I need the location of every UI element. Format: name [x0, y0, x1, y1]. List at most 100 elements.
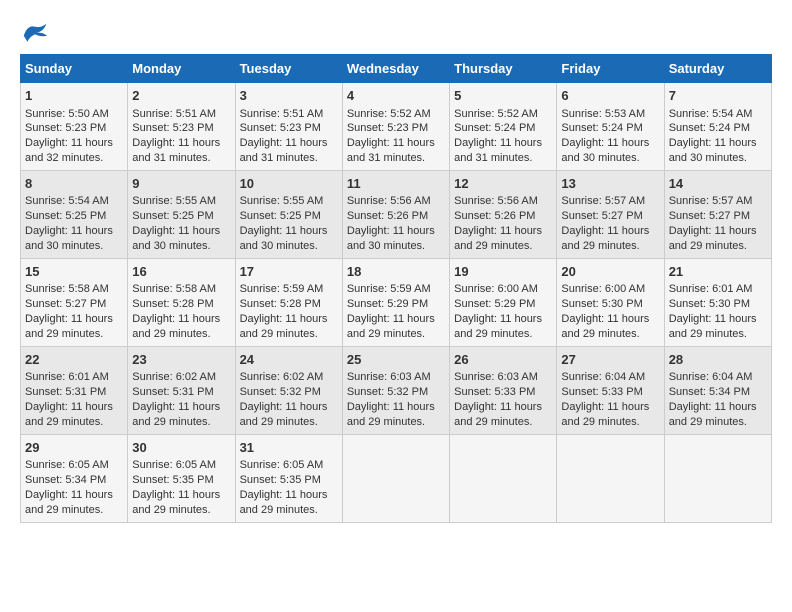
sunset-text: Sunset: 5:23 PM: [25, 122, 106, 134]
sunrise-text: Sunrise: 6:05 AM: [25, 459, 109, 471]
calendar-cell: 12Sunrise: 5:56 AMSunset: 5:26 PMDayligh…: [450, 170, 557, 258]
daylight-text: Daylight: 11 hours and 30 minutes.: [25, 225, 113, 252]
sunrise-text: Sunrise: 5:51 AM: [240, 108, 324, 120]
day-number: 7: [669, 87, 767, 105]
daylight-text: Daylight: 11 hours and 30 minutes.: [347, 225, 435, 252]
day-number: 22: [25, 351, 123, 369]
day-number: 16: [132, 263, 230, 281]
sunrise-text: Sunrise: 5:56 AM: [347, 195, 431, 207]
sunrise-text: Sunrise: 6:01 AM: [669, 283, 753, 295]
sunset-text: Sunset: 5:25 PM: [132, 210, 213, 222]
day-number: 19: [454, 263, 552, 281]
sunset-text: Sunset: 5:31 PM: [25, 386, 106, 398]
sunset-text: Sunset: 5:33 PM: [454, 386, 535, 398]
daylight-text: Daylight: 11 hours and 29 minutes.: [669, 225, 757, 252]
sunset-text: Sunset: 5:34 PM: [25, 474, 106, 486]
sunset-text: Sunset: 5:30 PM: [561, 298, 642, 310]
day-number: 1: [25, 87, 123, 105]
day-number: 15: [25, 263, 123, 281]
daylight-text: Daylight: 11 hours and 30 minutes.: [240, 225, 328, 252]
calendar-cell: 17 Sunrise: 5:59 AM Sunset: 5:28 PM Dayligh…: [235, 258, 342, 346]
calendar-cell: 29Sunrise: 6:05 AMSunset: 5:34 PMDayligh…: [21, 434, 128, 522]
sunrise-text: Sunrise: 6:00 AM: [454, 283, 538, 295]
day-number: 31: [240, 439, 338, 457]
calendar-cell: 24Sunrise: 6:02 AMSunset: 5:32 PMDayligh…: [235, 346, 342, 434]
calendar-cell: 9Sunrise: 5:55 AMSunset: 5:25 PMDaylight…: [128, 170, 235, 258]
sunrise-text: Sunrise: 6:02 AM: [132, 371, 216, 383]
sunset-text: Sunset: 5:28 PM: [132, 298, 213, 310]
calendar-cell: 31Sunrise: 6:05 AMSunset: 5:35 PMDayligh…: [235, 434, 342, 522]
day-number: 18: [347, 263, 445, 281]
daylight-text: Daylight: 11 hours and 29 minutes.: [454, 401, 542, 428]
day-number: 4: [347, 87, 445, 105]
calendar-table: SundayMondayTuesdayWednesdayThursdayFrid…: [20, 54, 772, 523]
day-number: 2: [132, 87, 230, 105]
sunset-text: Sunset: 5:23 PM: [240, 122, 321, 134]
calendar-cell: 18Sunrise: 5:59 AMSunset: 5:29 PMDayligh…: [342, 258, 449, 346]
day-number: 30: [132, 439, 230, 457]
calendar-week-3: 15Sunrise: 5:58 AMSunset: 5:27 PMDayligh…: [21, 258, 772, 346]
col-header-sunday: Sunday: [21, 55, 128, 83]
sunrise-text: Sunrise: 5:59 AM: [347, 283, 431, 295]
daylight-text: Daylight: 11 hours and 30 minutes.: [132, 225, 220, 252]
sunrise-text: Sunrise: 5:58 AM: [132, 283, 216, 295]
daylight-text: Daylight: 11 hours and 29 minutes.: [240, 489, 328, 516]
daylight-text: Daylight: 11 hours and 29 minutes.: [25, 401, 113, 428]
sunrise-text: Sunrise: 5:57 AM: [561, 195, 645, 207]
sunrise-text: Sunrise: 5:56 AM: [454, 195, 538, 207]
calendar-week-5: 29Sunrise: 6:05 AMSunset: 5:34 PMDayligh…: [21, 434, 772, 522]
daylight-text: Daylight: 11 hours and 31 minutes.: [347, 137, 435, 164]
sunset-text: Sunset: 5:27 PM: [669, 210, 750, 222]
daylight-text: Daylight: 11 hours and 29 minutes.: [454, 313, 542, 340]
sunrise-text: Sunrise: 5:51 AM: [132, 108, 216, 120]
sunrise-text: Sunrise: 5:58 AM: [25, 283, 109, 295]
day-number: 10: [240, 175, 338, 193]
day-number: 26: [454, 351, 552, 369]
calendar-cell: 22Sunrise: 6:01 AMSunset: 5:31 PMDayligh…: [21, 346, 128, 434]
sunrise-text: Sunrise: 6:04 AM: [669, 371, 753, 383]
sunset-text: Sunset: 5:24 PM: [669, 122, 750, 134]
sunrise-text: Sunrise: 5:52 AM: [347, 108, 431, 120]
sunset-text: Sunset: 5:32 PM: [240, 386, 321, 398]
sunset-text: Sunset: 5:34 PM: [669, 386, 750, 398]
col-header-friday: Friday: [557, 55, 664, 83]
calendar-cell: 3Sunrise: 5:51 AMSunset: 5:23 PMDaylight…: [235, 83, 342, 171]
daylight-text: Daylight: 11 hours and 29 minutes.: [132, 489, 220, 516]
daylight-text: Daylight: 11 hours and 29 minutes.: [347, 401, 435, 428]
sunrise-text: Sunrise: 6:03 AM: [454, 371, 538, 383]
logo: [20, 20, 54, 44]
calendar-cell: 16 Sunrise: 5:58 AM Sunset: 5:28 PM Dayligh…: [128, 258, 235, 346]
sunrise-text: Sunrise: 5:54 AM: [669, 108, 753, 120]
sunrise-text: Sunrise: 6:05 AM: [240, 459, 324, 471]
calendar-cell: [557, 434, 664, 522]
sunset-text: Sunset: 5:28 PM: [240, 298, 321, 310]
day-number: 11: [347, 175, 445, 193]
sunset-text: Sunset: 5:33 PM: [561, 386, 642, 398]
logo-icon: [20, 20, 50, 44]
sunrise-text: Sunrise: 6:04 AM: [561, 371, 645, 383]
daylight-text: Daylight: 11 hours and 29 minutes.: [561, 225, 649, 252]
calendar-cell: [664, 434, 771, 522]
daylight-text: Daylight: 11 hours and 29 minutes.: [561, 313, 649, 340]
sunrise-text: Sunrise: 5:59 AM: [240, 283, 324, 295]
calendar-cell: 30Sunrise: 6:05 AMSunset: 5:35 PMDayligh…: [128, 434, 235, 522]
calendar-cell: 11Sunrise: 5:56 AMSunset: 5:26 PMDayligh…: [342, 170, 449, 258]
daylight-text: Daylight: 11 hours and 29 minutes.: [561, 401, 649, 428]
calendar-cell: 14Sunrise: 5:57 AMSunset: 5:27 PMDayligh…: [664, 170, 771, 258]
day-number: 21: [669, 263, 767, 281]
sunset-text: Sunset: 5:25 PM: [240, 210, 321, 222]
daylight-text: Daylight: 11 hours and 29 minutes.: [25, 489, 113, 516]
daylight-text: Daylight: 11 hours and 29 minutes.: [240, 313, 328, 340]
sunrise-text: Sunrise: 5:50 AM: [25, 108, 109, 120]
daylight-text: Daylight: 11 hours and 30 minutes.: [561, 137, 649, 164]
sunrise-text: Sunrise: 5:54 AM: [25, 195, 109, 207]
daylight-text: Daylight: 11 hours and 29 minutes.: [132, 313, 220, 340]
calendar-week-2: 8Sunrise: 5:54 AMSunset: 5:25 PMDaylight…: [21, 170, 772, 258]
daylight-text: Daylight: 11 hours and 30 minutes.: [669, 137, 757, 164]
calendar-cell: 21Sunrise: 6:01 AMSunset: 5:30 PMDayligh…: [664, 258, 771, 346]
day-number: 5: [454, 87, 552, 105]
sunset-text: Sunset: 5:32 PM: [347, 386, 428, 398]
sunset-text: Sunset: 5:23 PM: [347, 122, 428, 134]
day-number: 3: [240, 87, 338, 105]
day-number: 17: [240, 263, 338, 281]
